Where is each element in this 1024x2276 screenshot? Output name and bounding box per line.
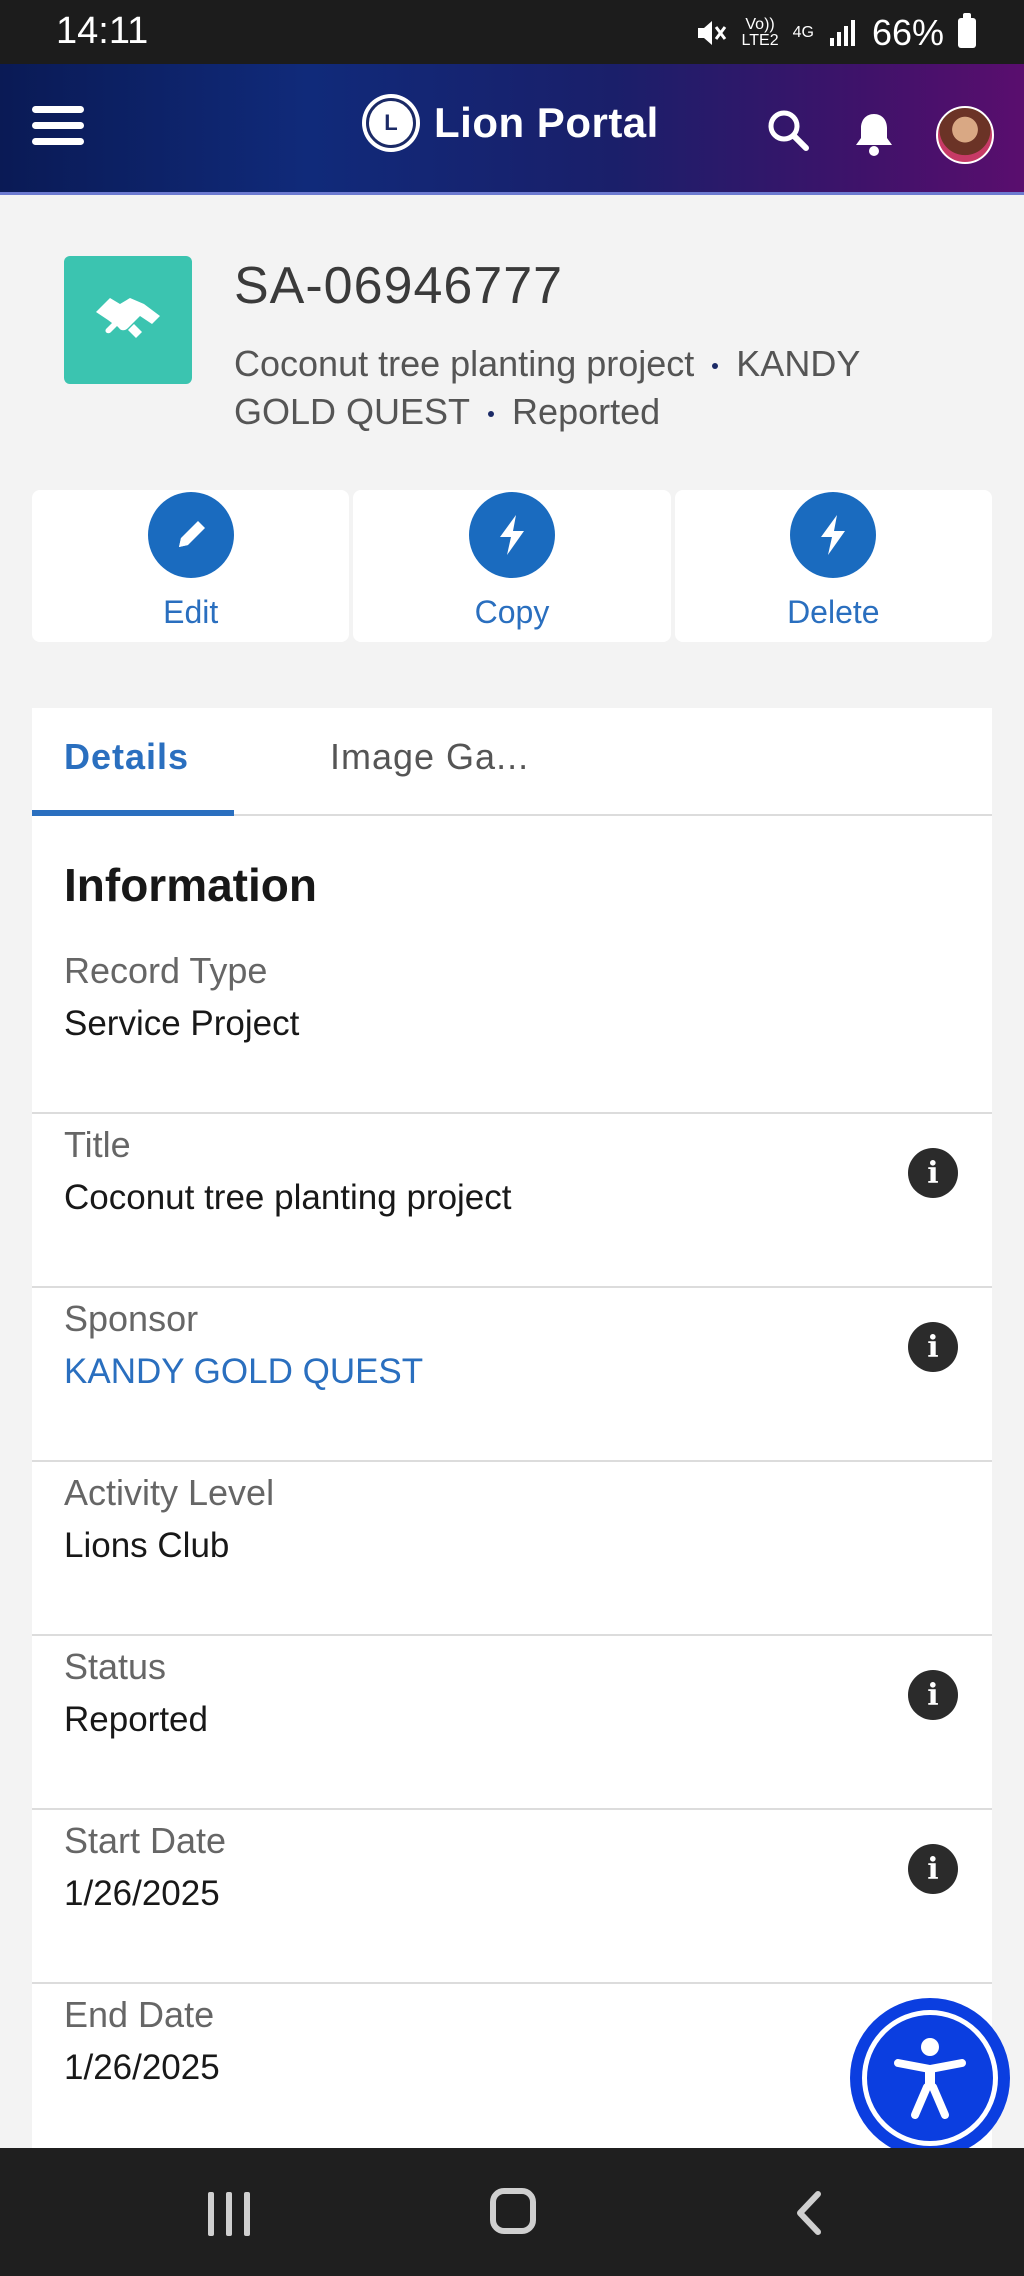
status-icons: Vo)) LTE2 4G 66% [694, 12, 976, 54]
field-label: Start Date [64, 1820, 227, 1861]
field-activity-level: Activity Level Lions Club [32, 1462, 992, 1636]
tab-bar: Details Image Ga... [32, 708, 992, 816]
record-subtitle: Coconut tree planting project KANDY GOLD … [234, 340, 954, 436]
sponsor-link[interactable]: KANDY GOLD QUEST [64, 1352, 423, 1392]
back-icon[interactable] [788, 2190, 834, 2236]
field-end-date: End Date 1/26/2025 [32, 1984, 992, 2158]
info-icon[interactable]: i [908, 1670, 958, 1720]
battery-percent: 66% [871, 12, 944, 53]
volte-label: Vo)) [745, 16, 775, 33]
volte-indicator: Vo)) LTE2 [742, 17, 779, 49]
lte-label: LTE2 [741, 32, 779, 49]
field-value: Service Project [64, 1004, 300, 1043]
edit-button[interactable]: Edit [32, 490, 350, 642]
copy-button[interactable]: Copy [353, 490, 671, 642]
info-icon[interactable]: i [908, 1148, 958, 1198]
field-title: Title Coconut tree planting project i [32, 1114, 992, 1288]
app-name: Lion Portal [434, 99, 659, 146]
status-time: 14:11 [56, 10, 149, 52]
field-start-date: Start Date 1/26/2025 i [32, 1810, 992, 1984]
mute-icon [697, 21, 726, 45]
tab-details[interactable]: Details [64, 736, 189, 778]
logo-letter: L [366, 98, 416, 148]
app-header: L Lion Portal [0, 64, 1024, 195]
info-icon[interactable]: i [908, 1322, 958, 1372]
lions-logo-icon: L [362, 94, 420, 152]
search-icon[interactable] [766, 108, 810, 152]
field-label: Title [64, 1124, 131, 1165]
active-tab-indicator [32, 810, 234, 816]
avatar[interactable] [936, 106, 994, 164]
notification-bell-icon[interactable] [850, 110, 898, 158]
record-id: SA-06946777 [234, 257, 564, 315]
battery-icon [958, 13, 976, 48]
signal-icon [829, 20, 855, 46]
accessibility-icon [862, 2010, 998, 2146]
pencil-icon [147, 492, 234, 578]
info-icon[interactable]: i [908, 1844, 958, 1894]
tab-image-gallery[interactable]: Image Ga... [330, 736, 529, 778]
field-label: End Date [64, 1994, 215, 2035]
brand[interactable]: L Lion Portal [362, 94, 659, 152]
lightning-icon [468, 492, 555, 578]
delete-label: Delete [787, 594, 880, 630]
copy-label: Copy [474, 594, 550, 630]
separator-dot [712, 363, 719, 370]
lightning-icon [790, 492, 877, 578]
network-type: 4G [792, 24, 814, 41]
home-icon[interactable] [490, 2188, 536, 2234]
details-card: Details Image Ga... Information Record T… [32, 708, 992, 2158]
field-value: Coconut tree planting project [64, 1178, 512, 1217]
record-title: Coconut tree planting project [234, 343, 695, 384]
section-title: Information [64, 859, 317, 911]
field-value: Lions Club [64, 1526, 230, 1565]
field-value: Reported [64, 1700, 208, 1739]
field-value: 1/26/2025 [64, 1874, 220, 1913]
hamburger-menu-icon[interactable] [32, 106, 84, 146]
field-record-type: Record Type Service Project [32, 940, 992, 1114]
accessibility-button[interactable] [850, 1998, 1010, 2158]
delete-button[interactable]: Delete [674, 490, 992, 642]
field-label: Status [64, 1646, 167, 1687]
record-status: Reported [512, 391, 661, 432]
field-sponsor: Sponsor KANDY GOLD QUEST i [32, 1288, 992, 1462]
field-label: Record Type [64, 950, 268, 991]
field-label: Activity Level [64, 1472, 275, 1513]
separator-dot [488, 411, 495, 418]
field-status: Status Reported i [32, 1636, 992, 1810]
field-label: Sponsor [64, 1298, 199, 1339]
service-activity-icon [64, 256, 192, 384]
recents-icon[interactable] [208, 2192, 250, 2236]
edit-label: Edit [163, 594, 219, 630]
field-value: 1/26/2025 [64, 2048, 220, 2087]
system-nav-bar [0, 2148, 1024, 2276]
action-bar: Edit Copy Delete [32, 490, 992, 642]
status-bar: 14:11 Vo)) LTE2 4G 66% [0, 0, 1024, 64]
